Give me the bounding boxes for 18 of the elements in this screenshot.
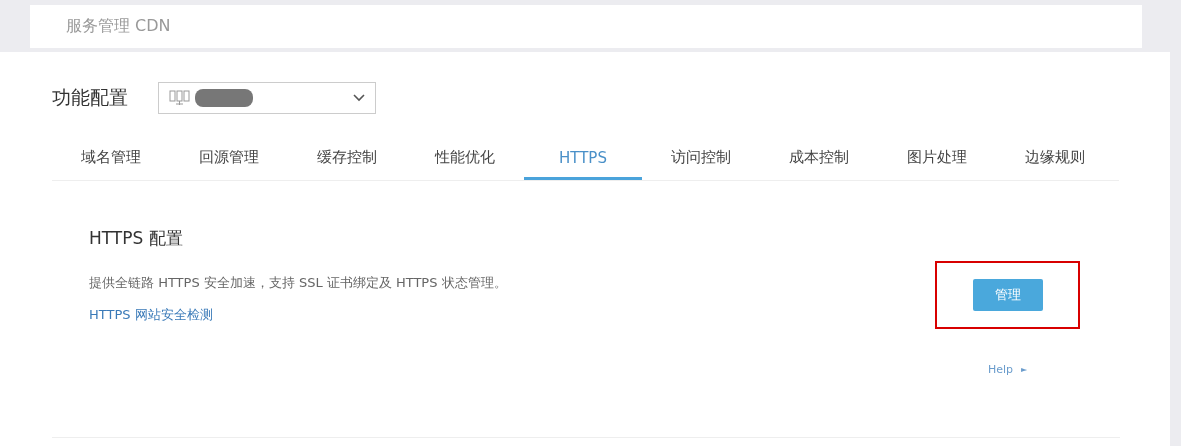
page-title: 服务管理 CDN xyxy=(66,16,171,37)
tab[interactable]: 边缘规则 xyxy=(996,132,1114,180)
tab[interactable]: 性能优化 xyxy=(406,132,524,180)
tab[interactable]: 回源管理 xyxy=(170,132,288,180)
tab[interactable]: 成本控制 xyxy=(760,132,878,180)
domain-icon xyxy=(169,90,191,106)
config-label: 功能配置 xyxy=(52,85,128,110)
tab[interactable]: 图片处理 xyxy=(878,132,996,180)
arrow-right-icon: ► xyxy=(1020,365,1028,374)
section-description: 提供全链路 HTTPS 安全加速，支持 SSL 证书绑定及 HTTPS 状态管理。 xyxy=(89,274,507,292)
chevron-down-icon xyxy=(353,94,365,102)
section-title: HTTPS 配置 xyxy=(89,227,184,250)
tab[interactable]: 域名管理 xyxy=(52,132,170,180)
tab[interactable]: 访问控制 xyxy=(642,132,760,180)
security-check-link[interactable]: HTTPS 网站安全检测 xyxy=(89,306,507,324)
domain-select[interactable] xyxy=(158,82,376,114)
tab[interactable]: 缓存控制 xyxy=(288,132,406,180)
help-label: Help xyxy=(987,363,1013,376)
